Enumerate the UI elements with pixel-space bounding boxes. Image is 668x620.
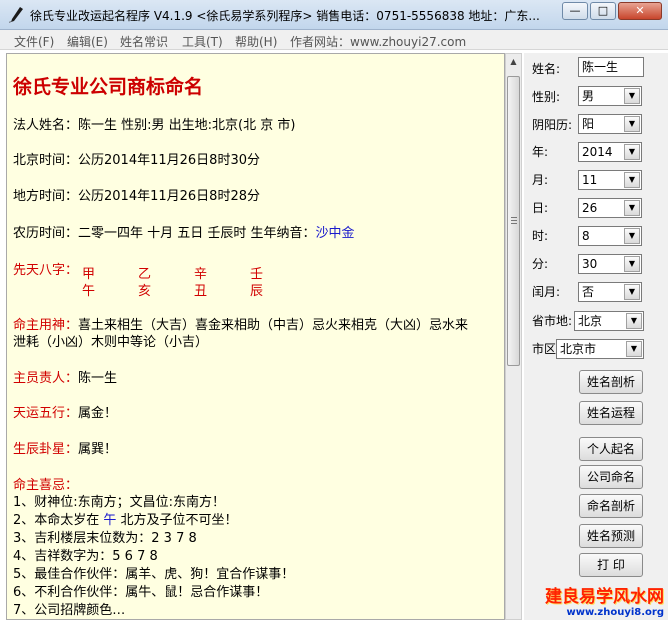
local-time-line: 地方时间：公历2014年11月26日8时28分 bbox=[13, 189, 260, 204]
wuxing-line: 天运五行：属金！ bbox=[13, 406, 118, 421]
month-label: 月: bbox=[532, 173, 549, 187]
chevron-down-icon: ▼ bbox=[626, 341, 642, 357]
bazi-branch-month: 亥 bbox=[138, 284, 152, 299]
naming-analysis-button[interactable]: 命名剖析 bbox=[579, 494, 643, 518]
nayin-value: 沙中金 bbox=[315, 226, 355, 241]
city-label: 市区 bbox=[532, 342, 557, 356]
window-title: 徐氏专业改运起名程序 V4.1.9 <徐氏易学系列程序> 销售电话：0751-5… bbox=[30, 9, 540, 23]
name-fortune-button[interactable]: 姓名运程 bbox=[579, 401, 643, 425]
scrollbar-thumb[interactable] bbox=[507, 76, 520, 366]
menu-author-website[interactable]: 作者网站：www.zhouyi27.com bbox=[290, 33, 466, 50]
chevron-down-icon: ▼ bbox=[624, 228, 640, 244]
list-item: 1、财神位:东南方；文昌位:东南方！ bbox=[13, 495, 226, 510]
name-prediction-button[interactable]: 姓名预测 bbox=[579, 524, 643, 548]
maximize-button[interactable]: □ bbox=[590, 2, 616, 20]
list-item: 4、吉祥数字为：5 6 7 8 bbox=[13, 549, 158, 564]
report-heading: 徐氏专业公司商标命名 bbox=[13, 76, 204, 98]
year-label: 年: bbox=[532, 145, 549, 159]
minute-select[interactable]: 30 ▼ bbox=[578, 254, 642, 274]
name-analysis-button[interactable]: 姓名剖析 bbox=[579, 370, 643, 394]
bazi-branch-hour: 辰 bbox=[250, 284, 264, 299]
result-text-area[interactable]: 徐氏专业公司商标命名 法人姓名：陈一生 性别:男 出生地:北京(北 京 市) 北… bbox=[6, 53, 505, 620]
gua-line: 生辰卦星：属巽！ bbox=[13, 442, 118, 457]
calendar-type-select[interactable]: 阳 ▼ bbox=[578, 114, 642, 134]
name-input[interactable]: 陈一生 bbox=[578, 57, 644, 77]
owner-line: 主员责人：陈一生 bbox=[13, 371, 118, 386]
chevron-down-icon: ▼ bbox=[624, 116, 640, 132]
title-bar: 徐氏专业改运起名程序 V4.1.9 <徐氏易学系列程序> 销售电话：0751-5… bbox=[0, 0, 668, 30]
list-item: 2、本命太岁在 午 北方及子位不可坐！ bbox=[13, 513, 238, 528]
bazi-label: 先天八字： bbox=[13, 263, 79, 278]
scroll-up-arrow-icon[interactable]: ▲ bbox=[506, 54, 521, 70]
close-button[interactable]: ✕ bbox=[618, 2, 662, 20]
day-label: 日: bbox=[532, 201, 549, 215]
menu-file[interactable]: 文件(F) bbox=[14, 33, 54, 50]
hour-label: 时: bbox=[532, 229, 549, 243]
chevron-down-icon: ▼ bbox=[624, 88, 640, 104]
chevron-down-icon: ▼ bbox=[624, 284, 640, 300]
print-button[interactable]: 打 印 bbox=[579, 553, 643, 577]
chevron-down-icon: ▼ bbox=[624, 256, 640, 272]
menu-help[interactable]: 帮助(H) bbox=[235, 33, 277, 50]
chevron-down-icon: ▼ bbox=[624, 172, 640, 188]
list-item: 6、不利合作伙伴：属牛、鼠！忌合作谋事！ bbox=[13, 585, 269, 600]
minute-label: 分: bbox=[532, 257, 549, 271]
bazi-branch-day: 丑 bbox=[194, 284, 208, 299]
day-select[interactable]: 26 ▼ bbox=[578, 198, 642, 218]
gender-label: 性别: bbox=[532, 90, 561, 104]
year-select[interactable]: 2014 ▼ bbox=[578, 142, 642, 162]
menu-edit[interactable]: 编辑(E) bbox=[67, 33, 108, 50]
list-item: 3、吉利楼层末位数为：2 3 7 8 bbox=[13, 531, 197, 546]
hour-select[interactable]: 8 ▼ bbox=[578, 226, 642, 246]
menu-tools[interactable]: 工具(T) bbox=[182, 33, 223, 50]
menu-name-knowledge[interactable]: 姓名常识 bbox=[120, 33, 168, 50]
province-label: 省市地: bbox=[532, 314, 573, 328]
personal-naming-button[interactable]: 个人起名 bbox=[579, 437, 643, 461]
chevron-down-icon: ▼ bbox=[624, 144, 640, 160]
leap-month-select[interactable]: 否 ▼ bbox=[578, 282, 642, 302]
gender-select[interactable]: 男 ▼ bbox=[578, 86, 642, 106]
watermark: 建良易学风水网 www.zhouyi8.org bbox=[545, 587, 664, 619]
legal-person-line: 法人姓名：陈一生 性别:男 出生地:北京(北 京 市) bbox=[13, 118, 296, 133]
company-naming-button[interactable]: 公司命名 bbox=[579, 465, 643, 489]
chevron-down-icon: ▼ bbox=[626, 313, 642, 329]
lunar-time-line: 农历时间：二零一四年 十月 五日 壬辰时 生年纳音：沙中金 bbox=[13, 226, 355, 241]
chevron-down-icon: ▼ bbox=[624, 200, 640, 216]
province-select[interactable]: 北京 ▼ bbox=[574, 311, 644, 331]
list-item: 5、最佳合作伙伴：属羊、虎、狗！宜合作谋事！ bbox=[13, 567, 295, 582]
city-select[interactable]: 北京市 ▼ bbox=[556, 339, 644, 359]
leap-month-label: 闰月: bbox=[532, 285, 561, 299]
yongshen-line-2: 泄耗（小凶）木则中等论（小吉） bbox=[13, 335, 209, 350]
beijing-time-line: 北京时间：公历2014年11月26日8时30分 bbox=[13, 153, 260, 168]
yongshen-line: 命主用神：喜土来相生（大吉）喜金来相助（中吉）忌火来相克（大凶）忌水来 bbox=[13, 318, 469, 333]
list-item: 7、公司招牌颜色… bbox=[13, 603, 126, 618]
menu-bar: 文件(F) 编辑(E) 姓名常识 工具(T) 帮助(H) 作者网站：www.zh… bbox=[0, 30, 668, 50]
bazi-branch-year: 午 bbox=[82, 284, 96, 299]
input-panel: 姓名: 陈一生 性别: 男 ▼ 阴阳历: 阳 ▼ 年: 2014 ▼ 月: 11 ▼ 日… bbox=[524, 53, 668, 620]
calendar-type-label: 阴阳历: bbox=[532, 118, 573, 132]
name-label: 姓名: bbox=[532, 62, 561, 76]
likes-label: 命主喜忌： bbox=[13, 478, 79, 493]
month-select[interactable]: 11 ▼ bbox=[578, 170, 642, 190]
minimize-button[interactable]: — bbox=[562, 2, 588, 20]
app-brush-icon bbox=[9, 7, 23, 23]
vertical-scrollbar[interactable]: ▲ bbox=[505, 53, 522, 620]
